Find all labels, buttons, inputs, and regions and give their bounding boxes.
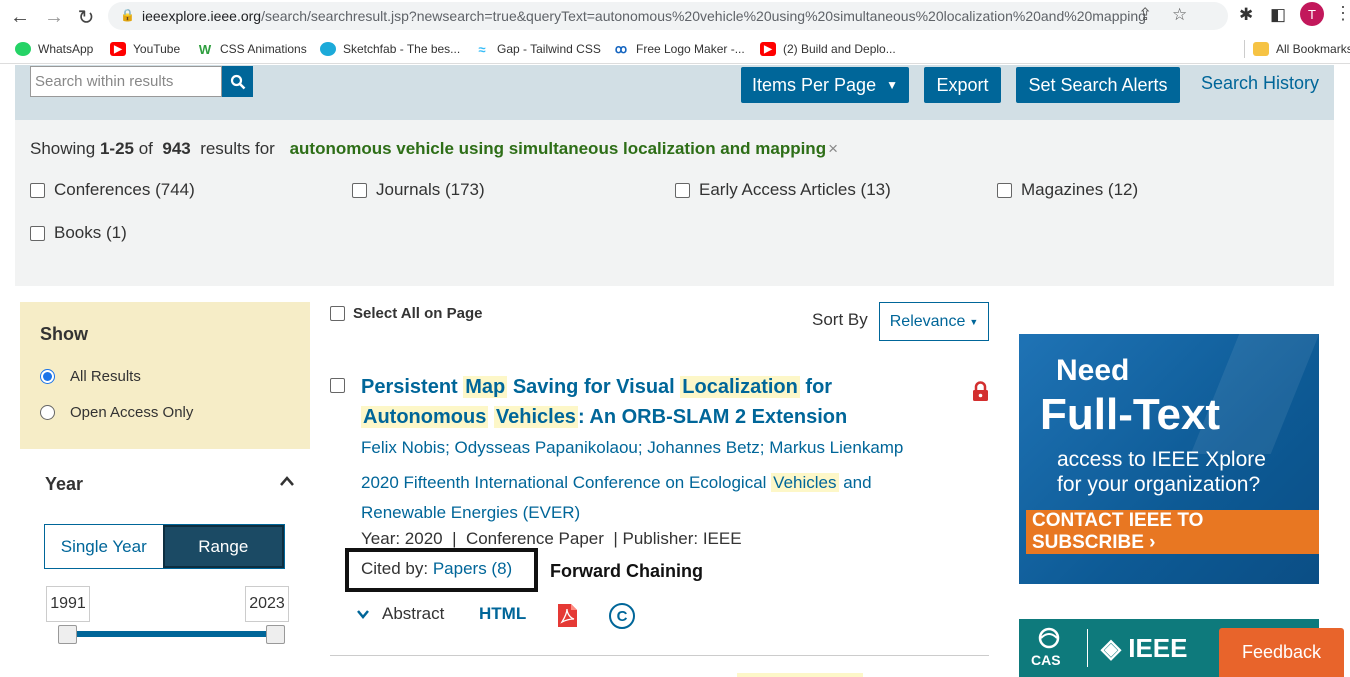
query-text: autonomous vehicle using simultaneous lo… (289, 139, 827, 158)
checkbox[interactable] (330, 306, 345, 321)
pdf-icon[interactable] (557, 603, 578, 628)
results-summary-panel: Showing 1-25 of 943 results for autonomo… (15, 120, 1334, 286)
menu-icon[interactable]: ⋮ (1334, 3, 1350, 24)
checkbox[interactable] (30, 225, 45, 241)
star-icon[interactable]: ☆ (1172, 5, 1187, 25)
year-slider-track[interactable] (68, 631, 276, 637)
browser-toolbar: ← → ↻ 🔒 ieeexplore.ieee.org/search/searc… (0, 0, 1350, 34)
results-toolbar: Search within results Items Per Page ▼ Ex… (15, 65, 1334, 120)
contact-subscribe-button[interactable]: CONTACT IEEE TO SUBSCRIBE › (1026, 510, 1319, 554)
forward-icon[interactable]: → (42, 5, 66, 29)
radio-button[interactable] (40, 369, 55, 384)
cas-logo: CAS (1031, 627, 1067, 668)
ieee-logo: ◈ IEEE (1101, 633, 1188, 663)
copyright-icon[interactable]: C (609, 603, 635, 629)
show-filter: Show All Results Open Access Only (20, 302, 310, 449)
feedback-button[interactable]: Feedback (1219, 628, 1344, 677)
caret-down-icon: ▼ (969, 316, 979, 327)
whatsapp-icon (15, 42, 31, 56)
facet-magazines[interactable]: Magazines (12) (997, 180, 1138, 200)
radio-all-results[interactable]: All Results (40, 368, 141, 385)
radio-open-access[interactable]: Open Access Only (40, 404, 193, 421)
result-meta: Year: 2020 | Conference Paper | Publishe… (361, 529, 742, 548)
items-per-page-button[interactable]: Items Per Page ▼ (741, 67, 909, 103)
sketchfab-icon (320, 42, 336, 56)
checkbox[interactable] (30, 182, 45, 198)
share-icon[interactable]: ⇪ (1138, 5, 1152, 25)
year-to-input[interactable]: 2023 (245, 586, 289, 622)
bookmark-tailwind[interactable]: ≈ Gap - Tailwind CSS (474, 40, 601, 58)
year-slider-max-handle[interactable] (266, 625, 285, 644)
search-within-input[interactable]: Search within results (30, 66, 222, 97)
result-publication-link[interactable]: 2020 Fifteenth International Conference … (361, 468, 941, 528)
search-button[interactable] (222, 66, 253, 97)
sort-dropdown[interactable]: Relevance ▼ (879, 302, 989, 341)
search-icon (230, 74, 245, 89)
all-bookmarks[interactable]: All Bookmarks (1244, 40, 1350, 58)
ad-separator (1087, 629, 1088, 667)
range-button[interactable]: Range (162, 525, 284, 568)
year-mode-toggle: Single Year Range (44, 524, 285, 569)
facet-early-access[interactable]: Early Access Articles (13) (675, 180, 891, 200)
single-year-button[interactable]: Single Year (45, 525, 163, 568)
tailwind-icon: ≈ (474, 42, 490, 57)
search-history-link[interactable]: Search History (1201, 73, 1319, 94)
next-result-highlight (737, 673, 863, 677)
result-divider (330, 655, 989, 656)
radio-button[interactable] (40, 405, 55, 420)
reload-icon[interactable]: ↻ (74, 5, 98, 29)
forward-chaining-label: Forward Chaining (550, 561, 703, 581)
cas-logo-icon (1038, 627, 1060, 649)
facet-books[interactable]: Books (1) (30, 223, 127, 243)
export-button[interactable]: Export (924, 67, 1001, 103)
bookmark-youtube[interactable]: ▶ YouTube (110, 40, 180, 58)
bookmark-logo-maker[interactable]: ꝏ Free Logo Maker -... (613, 40, 745, 58)
year-title: Year (45, 474, 84, 494)
sort-by-label: Sort By (812, 310, 868, 329)
w-logo-icon: W (197, 41, 213, 57)
youtube-icon: ▶ (110, 42, 126, 56)
set-search-alerts-button[interactable]: Set Search Alerts (1016, 67, 1180, 103)
result-checkbox[interactable] (330, 378, 345, 393)
result-authors[interactable]: Felix Nobis; Odysseas Papanikolaou; Joha… (361, 438, 903, 458)
abstract-toggle[interactable]: Abstract (356, 604, 444, 624)
chevron-up-icon[interactable] (279, 471, 295, 492)
select-all-on-page[interactable]: Select All on Page (330, 305, 483, 322)
full-text-ad[interactable]: Need Full-Text access to IEEE Xplore for… (1019, 334, 1319, 584)
checkbox[interactable] (352, 182, 367, 198)
checkbox[interactable] (675, 182, 690, 198)
side-panel-icon[interactable]: ◧ (1270, 5, 1286, 25)
clear-query-icon[interactable]: × (828, 139, 838, 158)
url-text: ieeexplore.ieee.org/search/searchresult.… (142, 8, 1146, 24)
folder-icon (1253, 42, 1269, 56)
bookmarks-bar: WhatsApp ▶ YouTube W CSS Animations Sketch… (0, 34, 1350, 64)
bookmark-whatsapp[interactable]: WhatsApp (15, 40, 93, 58)
show-title: Show (40, 324, 88, 344)
lock-icon: 🔒 (120, 8, 135, 22)
bookmark-build-deploy[interactable]: ▶ (2) Build and Deplo... (760, 40, 896, 58)
profile-avatar[interactable]: T (1300, 2, 1324, 26)
results-count: Showing 1-25 of 943 results for autonomo… (30, 139, 839, 158)
cited-papers-link[interactable]: Papers (8) (433, 559, 512, 578)
youtube-icon: ▶ (760, 42, 776, 56)
bookmark-sketchfab[interactable]: Sketchfab - The bes... (320, 40, 460, 58)
cited-by: Cited by: Papers (8) (361, 559, 513, 578)
logo-maker-icon: ꝏ (613, 42, 629, 56)
chevron-down-icon (357, 610, 369, 619)
ieee-diamond-icon: ◈ (1101, 633, 1129, 663)
result-title-link[interactable]: Persistent Map Saving for Visual Localiz… (361, 372, 961, 432)
html-link[interactable]: HTML (479, 604, 526, 624)
lock-icon (973, 381, 988, 401)
back-icon[interactable]: ← (8, 5, 32, 29)
year-slider-min-handle[interactable] (58, 625, 77, 644)
caret-down-icon: ▼ (886, 78, 898, 92)
checkbox[interactable] (997, 182, 1012, 198)
extensions-icon[interactable]: ✱ (1239, 5, 1253, 25)
bookmark-css-animations[interactable]: W CSS Animations (197, 40, 307, 58)
facet-conferences[interactable]: Conferences (744) (30, 180, 195, 200)
address-bar[interactable]: 🔒 ieeexplore.ieee.org/search/searchresul… (108, 2, 1228, 30)
facet-journals[interactable]: Journals (173) (352, 180, 485, 200)
year-from-input[interactable]: 1991 (46, 586, 90, 622)
